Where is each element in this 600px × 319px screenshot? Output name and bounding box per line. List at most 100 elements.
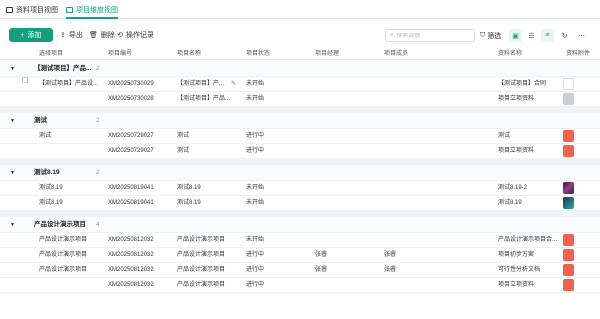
active-tab-indicator <box>66 17 118 19</box>
caret-down-icon[interactable]: ▼ <box>10 113 15 129</box>
cell-status: 未开始 <box>246 81 265 87</box>
filter-label: 筛选 <box>487 32 502 40</box>
caret-down-icon[interactable]: ▼ <box>10 61 15 77</box>
table-row[interactable]: 测试8.19 XM20250819041 测试8.19 未开始 测试8.19-2 <box>0 181 600 196</box>
cell-doc: 项目立项资料 <box>498 148 535 154</box>
delete-button[interactable]: 🗑 删除 <box>89 28 115 42</box>
attachment-thumbnail[interactable] <box>563 182 574 194</box>
export-label: 导出 <box>68 32 83 39</box>
cell-doc: 【测试项目】合同 <box>498 81 547 87</box>
col-header: 项目成员 <box>384 51 409 57</box>
col-header: 选择项目 <box>39 51 64 57</box>
cell-status: 进行中 <box>246 252 265 258</box>
table-row[interactable]: 【测试项目】产品设... XM20250730029 【测试项目】产... 未开始 【测… <box>0 77 600 92</box>
group-name: 测试8.19 <box>34 169 60 176</box>
attachment-thumbnail[interactable] <box>563 197 574 209</box>
more-icon: ⋯ <box>578 32 585 40</box>
add-label: 添加 <box>27 32 42 39</box>
row-checkbox[interactable] <box>22 77 28 83</box>
filter-button[interactable]: ⛉ 筛选 <box>480 29 501 42</box>
attachment-thumbnail[interactable] <box>563 93 574 105</box>
group-count: 2 <box>96 169 100 176</box>
table-row[interactable]: 产品设计演示项目 XM20250812032 产品设计演示项目 未开始 产品设计演示项目… <box>0 233 600 248</box>
attachment-thumbnail[interactable] <box>563 78 574 90</box>
edit-icon[interactable]: ✎ <box>231 77 236 92</box>
view-tabs: 资料项目视图 项目维度视图 <box>0 0 600 19</box>
cell-name: 产品设计演示项目 <box>177 282 226 288</box>
operation-log-button[interactable]: ⟲ 操作记录 <box>117 28 154 42</box>
cell-code: XM20250819041 <box>108 185 154 191</box>
tab-document-view[interactable]: 资料项目视图 <box>6 3 58 17</box>
group-view-button[interactable]: ≡ <box>541 29 554 42</box>
group-name: 【测试项目】产品... <box>34 65 92 72</box>
attachment-thumbnail[interactable] <box>563 249 574 261</box>
list-icon: ☰ <box>528 32 535 40</box>
table-row[interactable]: 产品设计演示项目 XM20250812032 产品设计演示项目 进行中 张睿 张睿 项目初步… <box>0 248 600 263</box>
col-header: 项目经理 <box>315 51 340 57</box>
group-header[interactable]: ▼ 测试 2 <box>0 113 600 129</box>
group-header[interactable]: ▼ 测试8.19 2 <box>0 165 600 181</box>
cell-sel: 测试8.19 <box>39 200 63 206</box>
grid-view-button[interactable]: ▣ <box>509 29 522 42</box>
cell-status: 进行中 <box>246 282 265 288</box>
col-header: 项目状态 <box>246 51 271 57</box>
attachment-thumbnail[interactable] <box>563 234 574 246</box>
attachment-thumbnail[interactable] <box>563 279 574 291</box>
attachment-thumbnail[interactable] <box>563 130 574 142</box>
cell-member: 张睿 <box>384 267 397 273</box>
table-row[interactable]: XM20250730028 【测试项目】产品... 未开始 项目立项资料 <box>0 92 600 107</box>
table-row[interactable]: 测试 XM20250729027 测试 进行中 测试 <box>0 129 600 144</box>
table-row[interactable]: 产品设计演示项目 XM20250812032 产品设计演示项目 进行中 张睿 张睿 可行性分… <box>0 263 600 278</box>
tab-label: 项目维度视图 <box>76 7 118 14</box>
refresh-button[interactable]: ↻ <box>558 29 571 42</box>
group-name: 产品设计演示项目 <box>34 221 86 228</box>
cell-status: 未开始 <box>246 185 265 191</box>
table-row[interactable]: XM20250812032 产品设计演示项目 进行中 项目立项资料 <box>0 278 600 293</box>
cell-doc: 测试8.19 <box>498 200 522 206</box>
cell-code: XM20250819041 <box>108 200 154 206</box>
group-count: 2 <box>96 117 100 124</box>
cell-code: XM20250729027 <box>108 148 154 154</box>
search-icon: ⌕ <box>390 32 394 38</box>
data-table: 选择项目 项目编号 项目名称 项目状态 项目经理 项目成员 资料名称 资料附件 … <box>0 48 600 319</box>
cell-sel: 测试8.19 <box>39 185 63 191</box>
table-row[interactable]: 测试8.19 XM20250819041 测试8.19 未开始 测试8.19 <box>0 196 600 211</box>
cell-doc: 项目立项资料 <box>498 282 535 288</box>
list-settings-button[interactable]: ☰ <box>525 29 538 42</box>
cell-name: 测试8.19 <box>177 185 201 191</box>
cell-doc: 测试 <box>498 133 511 139</box>
cell-doc: 可行性分析文档 <box>498 267 541 273</box>
add-button[interactable]: + 添加 <box>9 28 53 42</box>
search-input[interactable] <box>396 32 469 39</box>
more-button[interactable]: ⋯ <box>575 29 588 42</box>
cell-sel: 产品设计演示项目 <box>39 252 88 258</box>
cell-code: XM20250812032 <box>108 282 154 288</box>
cell-sel: 【测试项目】产品设... <box>39 81 99 87</box>
attachment-thumbnail[interactable] <box>563 264 574 276</box>
search-box[interactable]: ⌕ <box>385 29 475 42</box>
group-header[interactable]: ▼ 【测试项目】产品... 2 <box>0 61 600 77</box>
col-header: 资料名称 <box>498 51 523 57</box>
cell-status: 进行中 <box>246 133 265 139</box>
attachment-thumbnail[interactable] <box>563 145 574 157</box>
tab-project-view[interactable]: 项目维度视图 <box>66 3 118 19</box>
plus-icon: + <box>20 31 25 39</box>
cell-manager: 张睿 <box>315 267 328 273</box>
cell-name: 产品设计演示项目 <box>177 252 226 258</box>
group-header[interactable]: ▼ 产品设计演示项目 4 <box>0 217 600 233</box>
cell-code: XM20250730029 <box>108 81 154 87</box>
cell-status: 进行中 <box>246 148 265 154</box>
export-button[interactable]: ⇪ 导出 <box>60 28 83 42</box>
col-header: 资料附件 <box>566 51 591 57</box>
caret-down-icon[interactable]: ▼ <box>10 217 15 233</box>
caret-down-icon[interactable]: ▼ <box>10 165 15 181</box>
cell-sel: 产品设计演示项目 <box>39 267 88 273</box>
cell-status: 未开始 <box>246 237 265 243</box>
cell-code: XM20250729027 <box>108 133 154 139</box>
cell-name: 测试 <box>177 148 190 154</box>
grid-icon: ▣ <box>512 32 519 40</box>
cell-code: XM20250730028 <box>108 96 154 102</box>
table-row[interactable]: XM20250729027 测试 进行中 项目立项资料 <box>0 144 600 159</box>
cell-name: 产品设计演示项目 <box>177 237 226 243</box>
cell-name: 【测试项目】产... <box>177 81 225 87</box>
